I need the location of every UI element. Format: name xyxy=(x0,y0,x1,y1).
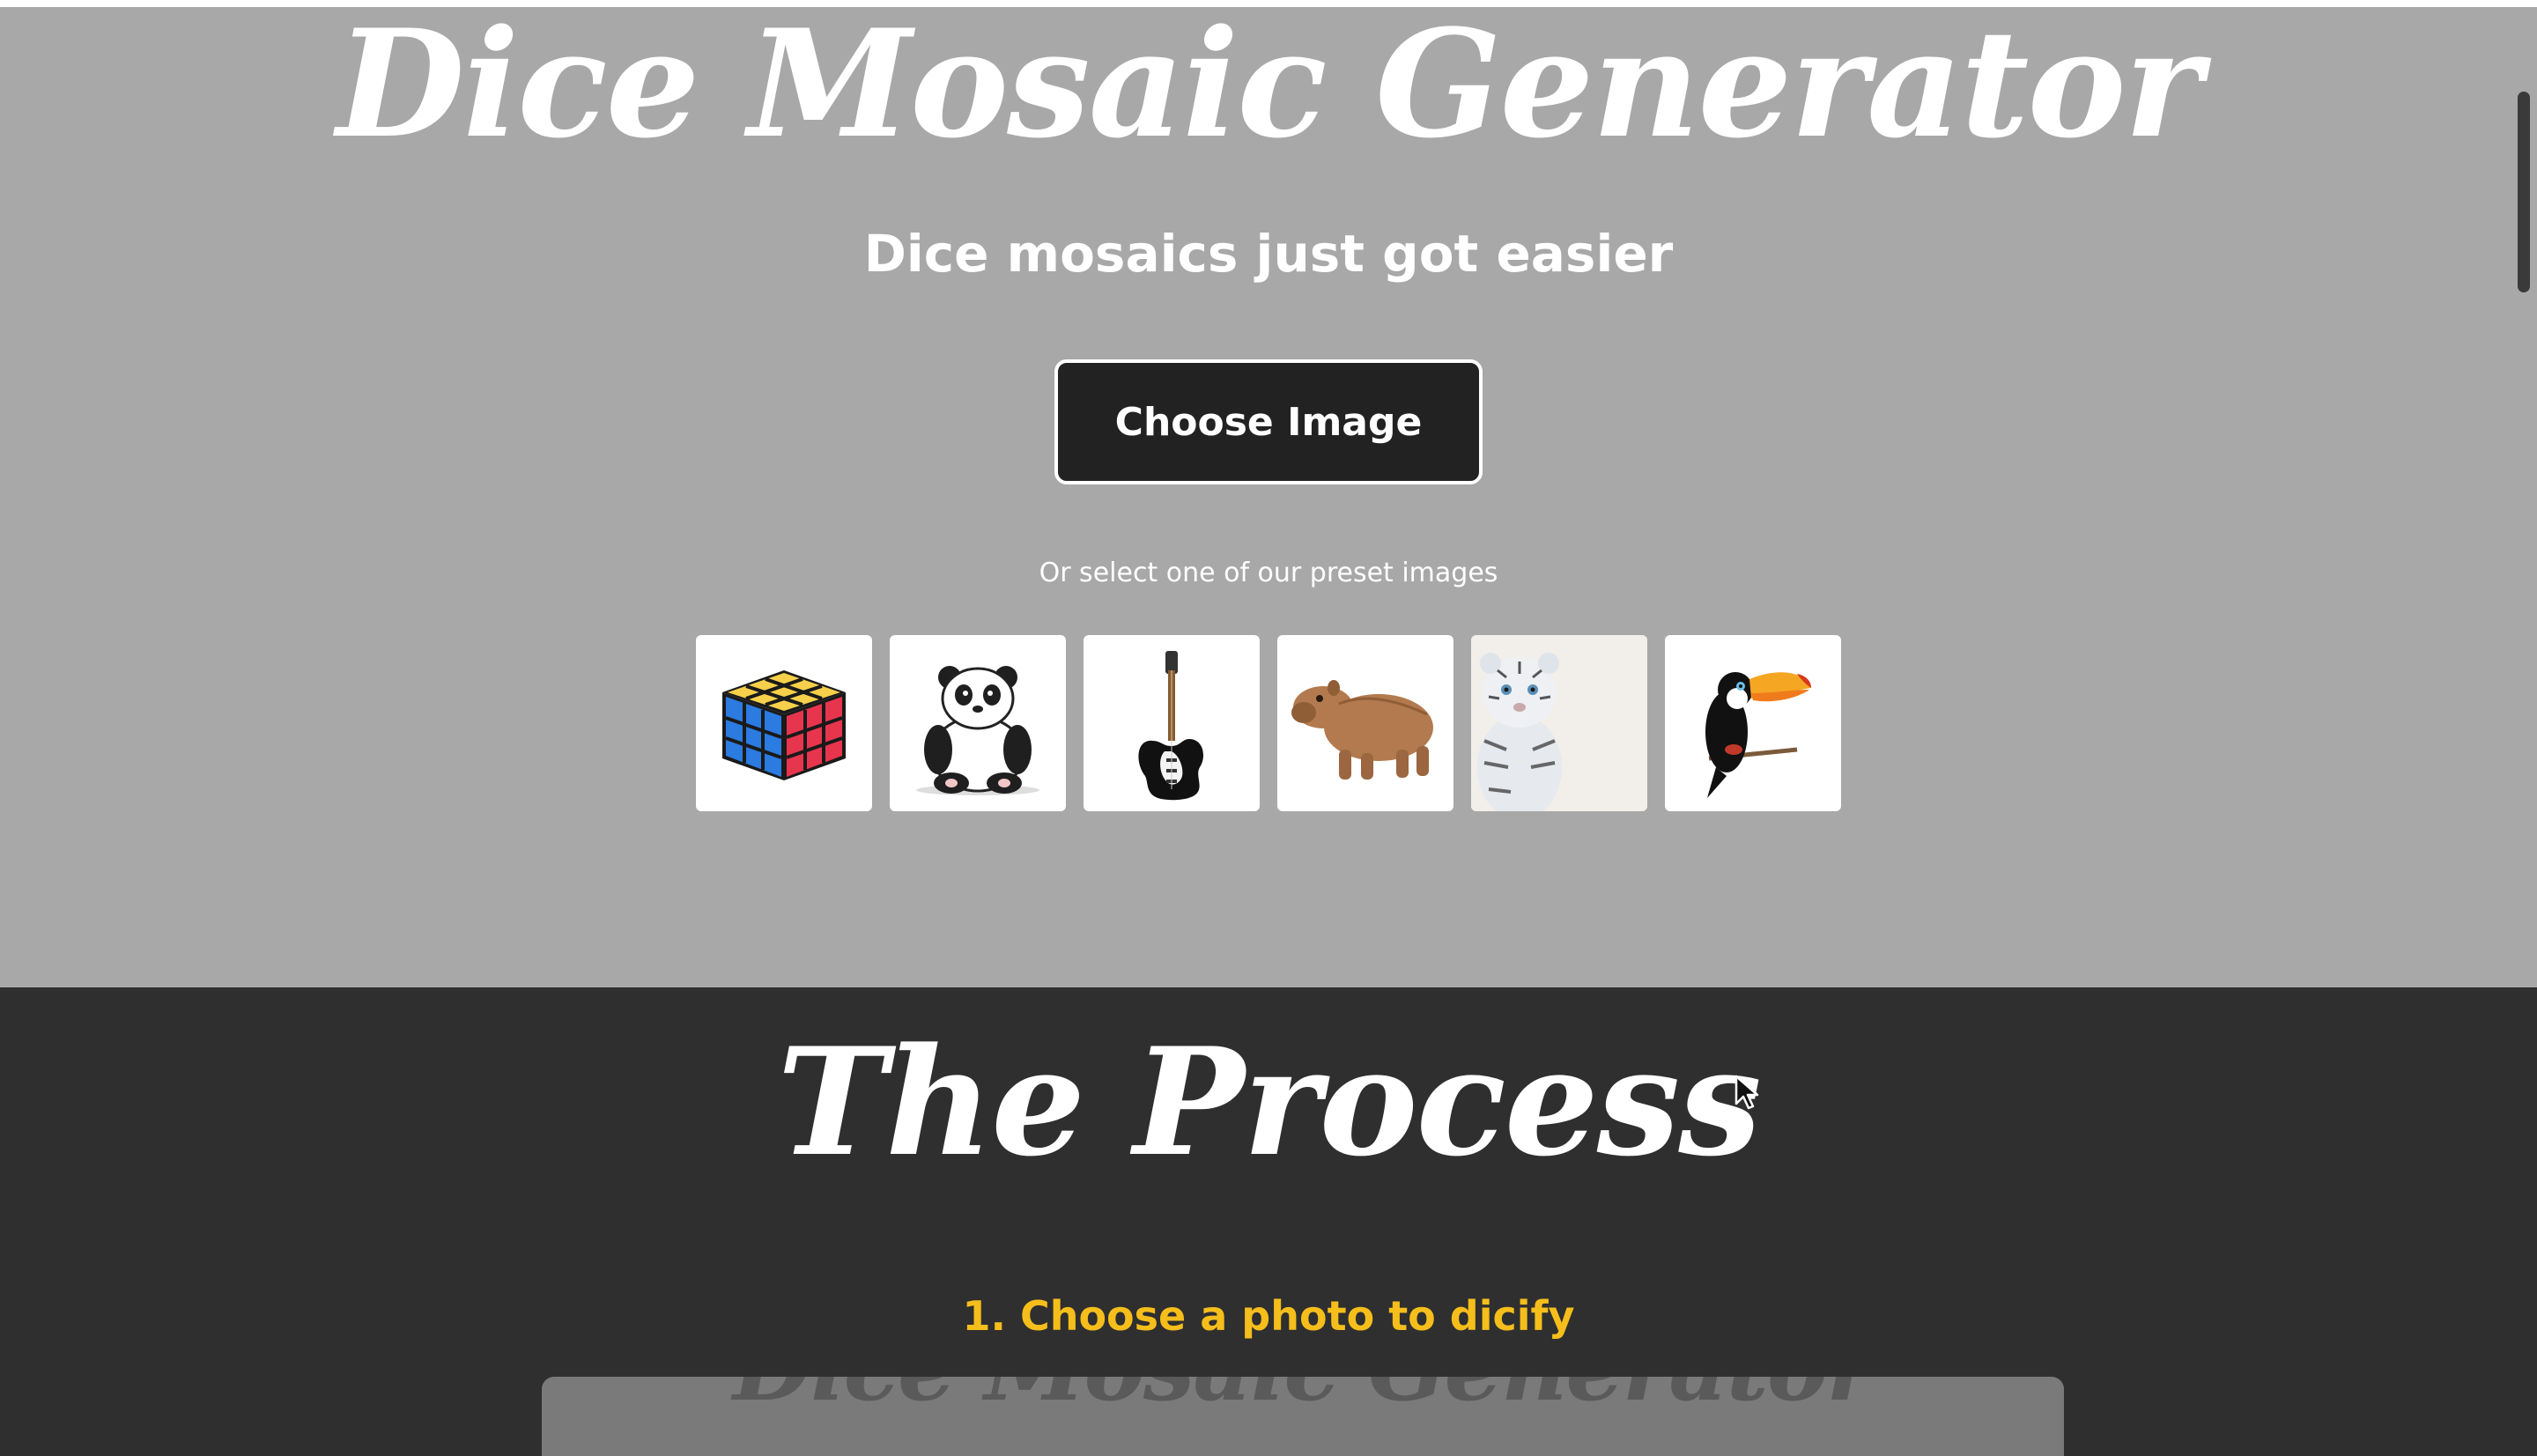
scrollbar-thumb[interactable] xyxy=(2518,92,2530,292)
step-1-title: 1. Choose a photo to dicify xyxy=(962,1292,1575,1340)
rubiks-cube-icon xyxy=(722,670,846,780)
step-1-preview-card: Dice Mosaic Generator xyxy=(542,1377,2064,1456)
preset-hint: Or select one of our preset images xyxy=(1039,558,1498,588)
choose-image-button[interactable]: Choose Image xyxy=(1054,359,1483,484)
tiger-icon xyxy=(1471,635,1647,811)
hero-section: Dice Mosaic Generator Dice mosaics just … xyxy=(0,0,2537,987)
preset-rubiks-cube[interactable] xyxy=(696,635,872,811)
process-title: The Process xyxy=(777,1015,1762,1189)
hero-title: Dice Mosaic Generator xyxy=(336,0,2202,171)
preset-panda[interactable] xyxy=(890,635,1066,811)
toucan-icon xyxy=(1705,672,1811,798)
guitar-icon xyxy=(1138,651,1203,801)
process-section: The Process 1. Choose a photo to dicify … xyxy=(0,987,2537,1456)
hero-tagline: Dice mosaics just got easier xyxy=(863,224,1674,284)
preset-toucan[interactable] xyxy=(1665,635,1841,811)
preset-white-tiger[interactable] xyxy=(1471,635,1647,811)
preset-capybara[interactable] xyxy=(1277,635,1453,811)
preview-hero-title: Dice Mosaic Generator xyxy=(542,1377,2064,1421)
preset-electric-guitar[interactable] xyxy=(1084,635,1260,811)
capybara-icon xyxy=(1291,680,1433,780)
preset-images xyxy=(696,635,1841,811)
panda-icon xyxy=(916,666,1039,795)
mouse-cursor-icon xyxy=(1734,1075,1759,1110)
